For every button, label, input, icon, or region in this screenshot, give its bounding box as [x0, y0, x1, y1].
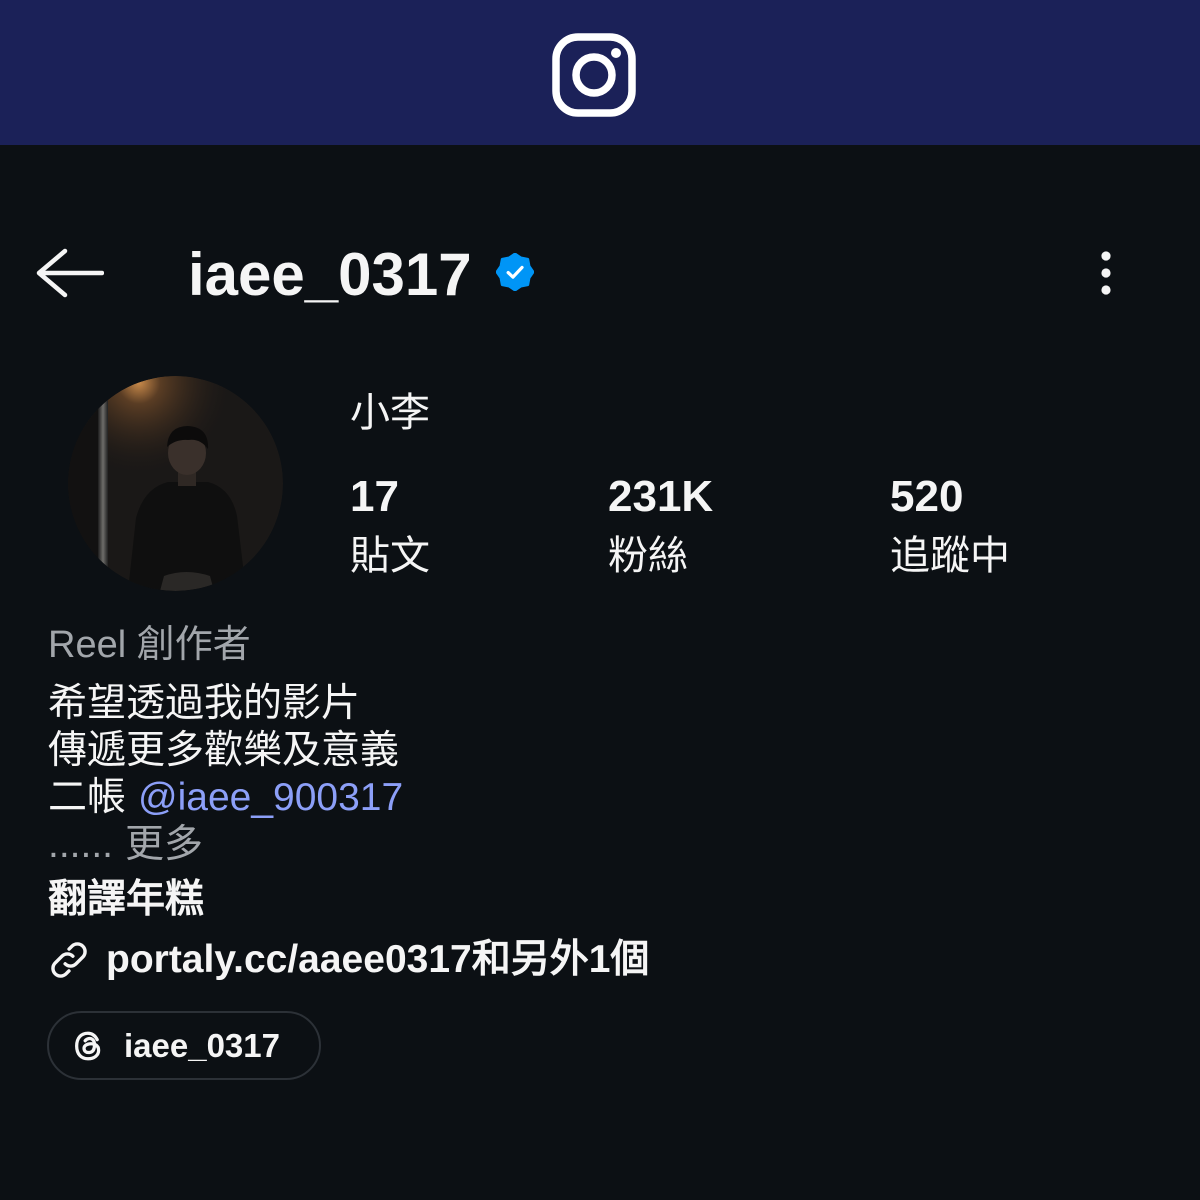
profile-avatar[interactable] [68, 376, 283, 591]
stat-followers-label: 粉絲 [608, 534, 688, 578]
link-icon [51, 942, 87, 978]
instagram-top-bar [0, 0, 1200, 145]
profile-title: iaee_0317 [188, 243, 534, 307]
stat-followers-value: 231K [608, 472, 714, 521]
avatar-door-frame [98, 376, 108, 591]
stat-followers[interactable]: 231K 粉絲 [608, 473, 713, 579]
threads-profile-button[interactable]: iaee_0317 [47, 1011, 321, 1080]
profile-category: Reel 創作者 [48, 624, 251, 666]
stat-posts-label: 貼文 [350, 534, 430, 578]
instagram-icon-flash [611, 48, 621, 58]
bio-line: 希望透過我的影片 [48, 682, 361, 725]
profile-username: iaee_0317 [188, 241, 472, 308]
instagram-icon-lens [572, 53, 616, 97]
back-button[interactable] [34, 246, 106, 300]
bio-more-button[interactable]: 更多 [125, 823, 203, 866]
bio-mention-link[interactable]: @iaee_900317 [138, 776, 403, 819]
profile-link[interactable]: portaly.cc/aaee0317和另外1個 [46, 936, 649, 984]
stat-following-value: 520 [890, 472, 964, 521]
threads-icon [75, 1031, 101, 1060]
threads-username: iaee_0317 [124, 1026, 280, 1064]
verified-badge-icon [495, 253, 534, 291]
arrow-left-icon [36, 248, 104, 298]
avatar-photo [68, 376, 283, 591]
profile-display-name: 小李 [350, 391, 430, 435]
translate-button[interactable]: 翻譯年糕 [48, 877, 204, 923]
bio-mention-prefix: 二帳 [48, 776, 127, 819]
more-vertical-icon[interactable] [1090, 248, 1122, 298]
profile-bio: 希望透過我的影片 傳遞更多歡樂及意義 二帳 @iaee_900317 ......… [48, 680, 403, 868]
stat-posts[interactable]: 17 貼文 [350, 473, 430, 579]
stat-posts-value: 17 [350, 472, 399, 521]
instagram-icon-frame [552, 33, 636, 117]
bio-line: 傳遞更多歡樂及意義 [48, 729, 400, 772]
stat-following[interactable]: 520 追蹤中 [890, 473, 1010, 579]
stat-following-label: 追蹤中 [890, 534, 1010, 578]
bio-truncation: ...... [48, 823, 114, 866]
bio-more-line: ...... 更多 [48, 821, 403, 868]
avatar-door-shadow [68, 376, 98, 591]
instagram-icon[interactable] [550, 31, 638, 119]
profile-link-text: portaly.cc/aaee0317和另外1個 [106, 938, 650, 981]
bio-mention-line: 二帳 @iaee_900317 [48, 774, 403, 821]
avatar-person-legs [160, 572, 214, 591]
